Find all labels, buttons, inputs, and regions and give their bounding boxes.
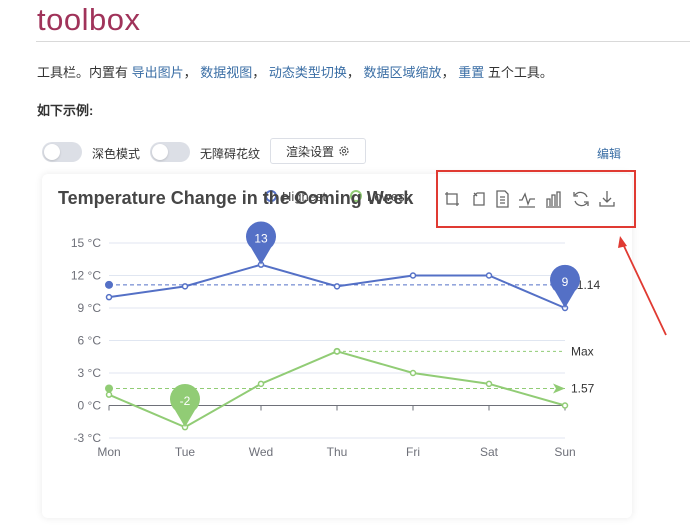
- link-data-zoom[interactable]: 数据区域缩放: [364, 65, 442, 80]
- x-tick-label: Fri: [406, 445, 420, 459]
- x-tick-label: Wed: [249, 445, 273, 459]
- chart-title: Temperature Change in the Coming Week: [58, 188, 414, 208]
- markers-layer: 13 9 -2: [105, 221, 580, 431]
- dark-mode-toggle[interactable]: [42, 142, 82, 162]
- aria-pattern-label: 无障碍花纹: [200, 147, 261, 161]
- x-tick-label: Tue: [175, 445, 196, 459]
- desc-separator: ，: [346, 65, 364, 80]
- y-tick-label: 3 °C: [78, 366, 102, 380]
- max-label: Max: [571, 344, 594, 358]
- desc-suffix: 五个工具。: [484, 65, 553, 80]
- edit-link[interactable]: 编辑: [597, 145, 621, 162]
- link-data-view[interactable]: 数据视图: [200, 65, 252, 80]
- toolbox-highlight-box: [436, 170, 636, 228]
- y-tick-label: 6 °C: [78, 334, 102, 348]
- x-tick-label: Mon: [97, 445, 120, 459]
- data-point[interactable]: [333, 283, 341, 290]
- example-heading: 如下示例:: [37, 103, 94, 118]
- average-line-start: [105, 384, 113, 393]
- page-title: toolbox: [37, 2, 141, 37]
- data-point[interactable]: [333, 348, 341, 355]
- chart-controls: 深色模式 无障碍花纹 渲染设置 编辑: [42, 138, 632, 166]
- gear-icon: [339, 146, 349, 156]
- marker-pin-label: -2: [180, 394, 191, 408]
- link-restore[interactable]: 重置: [458, 65, 484, 80]
- dark-mode-label: 深色模式: [92, 147, 141, 161]
- render-settings-label: 渲染设置: [285, 144, 334, 159]
- y-tick-label: 9 °C: [78, 301, 102, 315]
- marker-pin-label: 9: [562, 275, 569, 289]
- toolbox-description: 工具栏。内置有 导出图片， 数据视图， 动态类型切换， 数据区域缩放， 重置 五…: [37, 62, 553, 81]
- title-divider: [36, 41, 690, 42]
- y-tick-label: 12 °C: [71, 269, 101, 283]
- aria-pattern-toggle[interactable]: [150, 142, 190, 162]
- data-point[interactable]: [485, 380, 493, 388]
- data-point[interactable]: [257, 380, 265, 388]
- data-point[interactable]: [561, 402, 569, 409]
- y-tick-label: -3 °C: [74, 431, 102, 445]
- x-tick-label: Sat: [480, 445, 499, 459]
- data-point[interactable]: [485, 272, 493, 279]
- link-export-image[interactable]: 导出图片: [132, 65, 184, 80]
- grid-and-axes: 15 °C 12 °C 9 °C 6 °C 3 °C 0 °C -3 °CMon Tue Wed…: [71, 236, 576, 459]
- desc-separator: ，: [441, 65, 459, 80]
- toggle-knob: [152, 144, 168, 160]
- render-settings-button[interactable]: 渲染设置: [270, 138, 366, 164]
- average-label: 1.57: [571, 381, 595, 395]
- toggle-knob: [44, 144, 60, 160]
- data-point[interactable]: [105, 293, 113, 301]
- average-line-arrow: [553, 383, 565, 394]
- x-tick-label: Thu: [327, 445, 348, 459]
- y-tick-label: 15 °C: [71, 236, 101, 250]
- data-point[interactable]: [181, 283, 189, 290]
- average-line-start: [105, 280, 113, 289]
- data-point[interactable]: [409, 369, 417, 377]
- desc-separator: ，: [183, 65, 201, 80]
- marker-pin-label: 13: [254, 232, 268, 246]
- data-point[interactable]: [409, 272, 417, 279]
- data-point[interactable]: [105, 391, 113, 398]
- desc-prefix: 工具栏。内置有: [37, 65, 132, 80]
- desc-separator: ，: [252, 65, 269, 80]
- x-tick-label: Sun: [554, 445, 575, 459]
- link-magic-type[interactable]: 动态类型切换: [269, 65, 347, 80]
- y-tick-label: 0 °C: [78, 399, 102, 413]
